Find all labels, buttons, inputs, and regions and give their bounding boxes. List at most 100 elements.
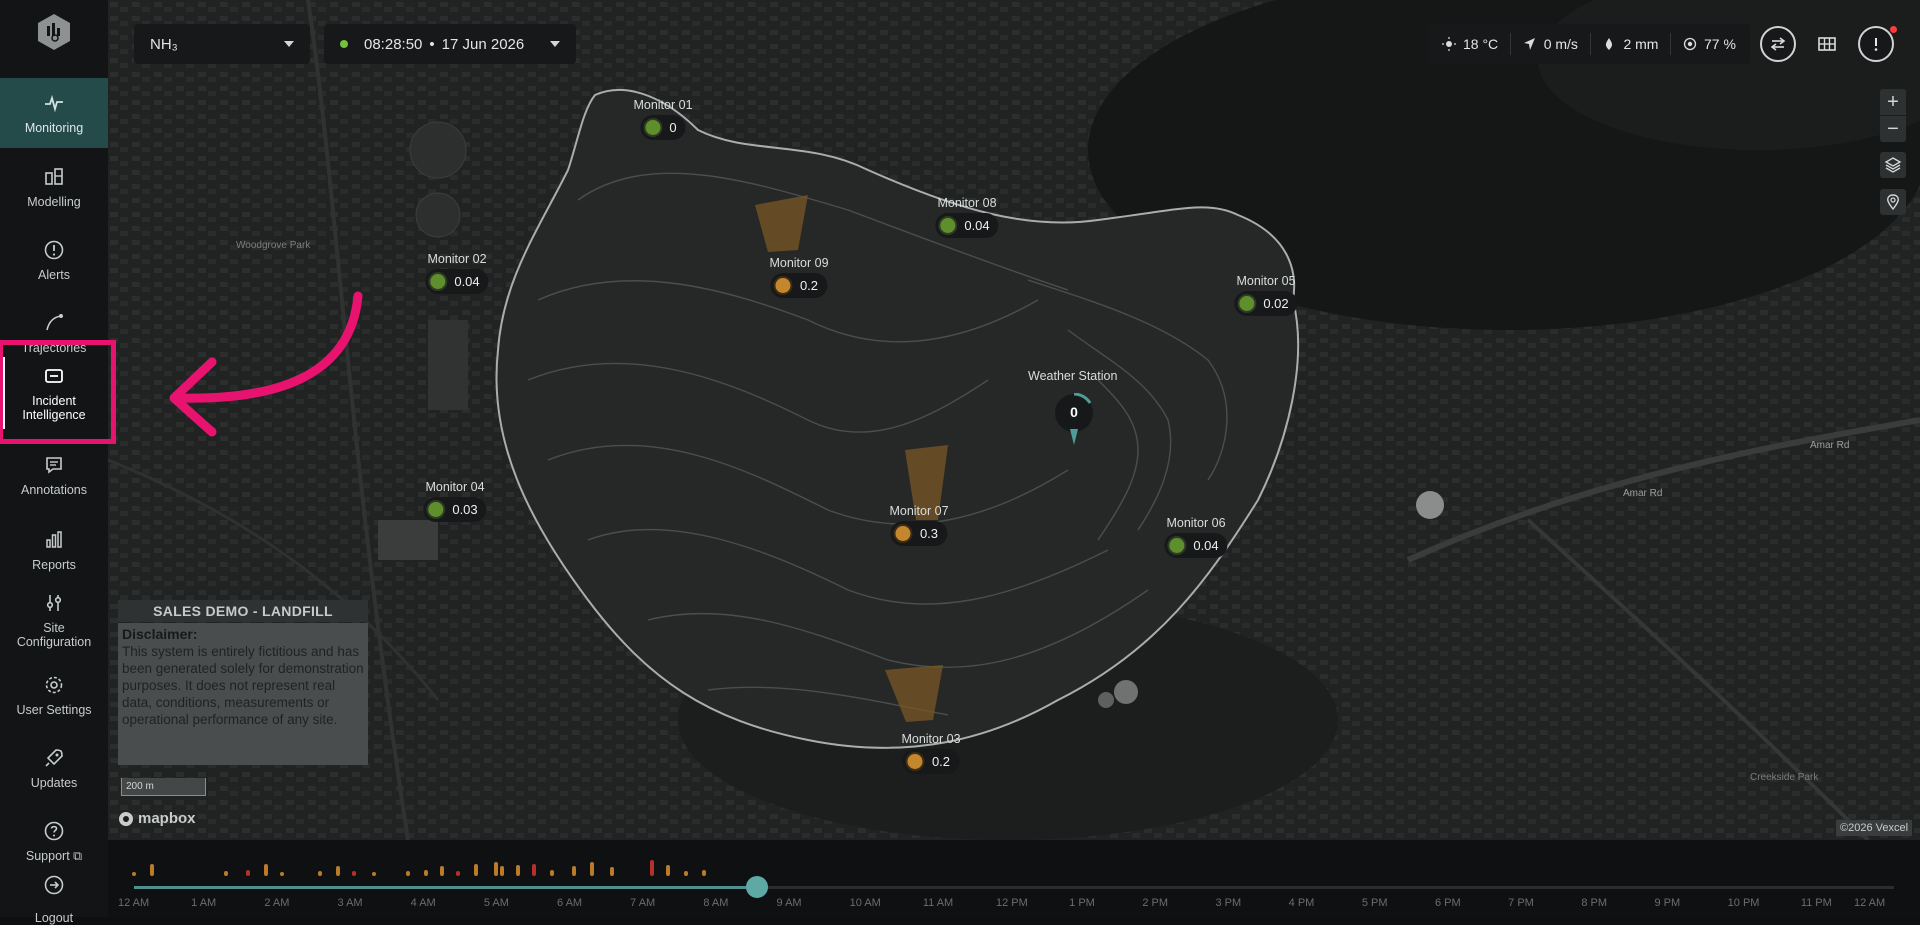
- timeline-tick-label: 2 AM: [264, 897, 290, 909]
- monitor-marker[interactable]: Monitor 04 0.03: [423, 480, 487, 524]
- sidebar-item-updates[interactable]: Updates: [0, 733, 108, 803]
- timeline-tick-label: 2 PM: [1142, 897, 1169, 909]
- rocket-icon: [45, 749, 63, 767]
- sidebar-item-site-configuration[interactable]: Site Configuration: [0, 580, 108, 660]
- app-logo[interactable]: [34, 12, 74, 52]
- timeline-tick-label: 8 PM: [1581, 897, 1608, 909]
- event-mark[interactable]: [474, 864, 478, 876]
- weather-station-pin-icon[interactable]: [1052, 393, 1096, 447]
- monitor-marker[interactable]: Monitor 08 0.04: [935, 196, 999, 240]
- timeline-tick-label: 10 AM: [849, 897, 881, 909]
- locate-button[interactable]: [1880, 189, 1906, 215]
- event-mark[interactable]: [572, 866, 576, 876]
- map-label-road-2: Amar Rd: [1810, 440, 1850, 451]
- location-pin-icon: [1887, 194, 1899, 211]
- event-mark[interactable]: [424, 870, 428, 876]
- monitor-marker[interactable]: Monitor 03 0.2: [901, 732, 961, 776]
- monitor-value: 0.2: [799, 278, 819, 293]
- pulse-icon: [45, 94, 63, 113]
- monitor-value: 0.02: [1263, 296, 1289, 311]
- monitor-marker[interactable]: Monitor 09 0.2: [769, 256, 829, 300]
- monitor-marker[interactable]: Monitor 07 0.3: [889, 504, 949, 548]
- sliders-icon: [46, 595, 62, 611]
- timeline-tick-label: 12 PM: [996, 897, 1028, 909]
- timeline-tick-label: 6 PM: [1435, 897, 1461, 909]
- timeline-tick-label: 10 PM: [1727, 897, 1760, 909]
- event-mark[interactable]: [610, 867, 614, 876]
- event-mark[interactable]: [500, 866, 504, 876]
- status-dot: [938, 216, 958, 235]
- chevron-down-icon: [284, 41, 294, 47]
- sidebar-item-reports[interactable]: Reports: [0, 515, 108, 585]
- time-select[interactable]: 08:28:50 • 17 Jun 2026: [324, 24, 576, 64]
- monitor-name: Monitor 03: [901, 732, 961, 746]
- event-mark[interactable]: [280, 872, 284, 876]
- status-dot: [905, 752, 925, 771]
- monitor-marker[interactable]: Monitor 06 0.04: [1164, 516, 1228, 560]
- monitor-value: 0.04: [964, 218, 990, 233]
- sidebar-item-monitoring[interactable]: Monitoring: [0, 78, 108, 148]
- event-mark[interactable]: [406, 871, 410, 876]
- event-mark[interactable]: [440, 866, 444, 876]
- event-mark[interactable]: [224, 871, 228, 876]
- event-mark[interactable]: [666, 865, 670, 876]
- event-mark[interactable]: [684, 871, 688, 876]
- reports-icon: [46, 531, 62, 548]
- event-mark[interactable]: [132, 872, 136, 876]
- zoom-out-button[interactable]: −: [1880, 116, 1906, 142]
- layers-button[interactable]: [1880, 152, 1906, 178]
- event-mark[interactable]: [150, 864, 154, 876]
- monitor-reading: 0.04: [935, 213, 999, 238]
- divider: [1509, 33, 1511, 55]
- timeline-scrubber-handle[interactable]: [746, 876, 768, 898]
- gear-icon: [45, 676, 63, 694]
- monitor-name: Monitor 04: [425, 480, 485, 494]
- layers-icon: [1884, 157, 1902, 173]
- timeline-tick-label: 11 AM: [922, 897, 954, 909]
- event-mark[interactable]: [318, 871, 322, 876]
- sidebar-item-alerts[interactable]: Alerts: [0, 225, 108, 295]
- event-mark[interactable]: [532, 864, 536, 876]
- mapbox-logo[interactable]: mapbox: [118, 810, 196, 827]
- date-value: 17 Jun 2026: [441, 35, 525, 53]
- monitor-reading: 0.04: [1164, 533, 1228, 558]
- timeline-tick-label: 11 PM: [1800, 897, 1832, 909]
- event-mark[interactable]: [246, 870, 250, 876]
- event-mark[interactable]: [494, 862, 498, 876]
- annotation-icon: [46, 457, 62, 474]
- event-mark[interactable]: [516, 865, 520, 876]
- alert-icon: [44, 240, 64, 260]
- map-canvas[interactable]: Woodgrove Park Amar Rd Amar Rd Creekside…: [108, 0, 1920, 840]
- sidebar-item-annotations[interactable]: Annotations: [0, 440, 108, 510]
- disclaimer-heading: Disclaimer:: [122, 626, 198, 642]
- pollutant-select[interactable]: NH₃: [134, 24, 310, 64]
- timeline-tick-label: 12 AM: [1854, 897, 1886, 909]
- event-mark[interactable]: [590, 862, 594, 876]
- zoom-in-button[interactable]: +: [1880, 89, 1906, 115]
- compare-button[interactable]: [1760, 26, 1796, 62]
- sidebar-item-modelling[interactable]: Modelling: [0, 152, 108, 222]
- mapbox-icon: [119, 811, 133, 826]
- grid-view-button[interactable]: [1809, 26, 1845, 62]
- sidebar-item-support[interactable]: Support ⧉: [0, 806, 108, 876]
- monitor-marker[interactable]: Monitor 05 0.02: [1234, 274, 1298, 318]
- event-mark[interactable]: [702, 870, 706, 876]
- weather-station-label: Weather Station: [1028, 369, 1118, 383]
- event-mark[interactable]: [550, 870, 554, 876]
- sidebar-item-user-settings[interactable]: User Settings: [0, 660, 108, 730]
- sidebar-item-logout[interactable]: Logout: [0, 873, 108, 925]
- weather-summary: 18 °C 0 m/s 2 mm 77 %: [1428, 24, 1750, 64]
- monitor-value: 0.03: [452, 502, 478, 517]
- event-mark[interactable]: [456, 871, 460, 876]
- monitor-reading: 0: [640, 115, 686, 140]
- monitor-marker[interactable]: Monitor 02 0.04: [425, 252, 489, 296]
- alerts-button[interactable]: [1858, 26, 1894, 62]
- map-copyright[interactable]: ©2026 Vexcel: [1836, 820, 1913, 836]
- event-mark[interactable]: [352, 871, 356, 876]
- event-mark[interactable]: [650, 860, 654, 876]
- monitor-marker[interactable]: Monitor 01 0: [633, 98, 693, 142]
- event-mark[interactable]: [336, 866, 340, 876]
- event-mark[interactable]: [264, 864, 268, 876]
- event-mark[interactable]: [372, 872, 376, 876]
- timeline-tick-label: 12 AM: [118, 897, 150, 909]
